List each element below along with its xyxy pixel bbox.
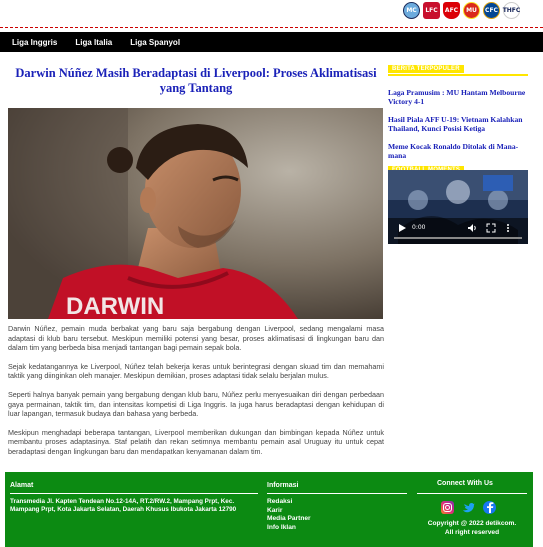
footer: Alamat Transmedia Jl. Kapten Tendean No.…: [5, 472, 533, 547]
copyright-line: All right reserved: [444, 528, 500, 536]
social-icons: [441, 501, 496, 514]
footer-link-redaksi[interactable]: Redaksi: [267, 498, 311, 507]
footer-info-heading: Informasi: [267, 482, 299, 489]
footer-address-heading: Alamat: [10, 482, 34, 489]
footer-divider: [417, 493, 527, 494]
footer-copyright: Copyright @ 2022 detikcom. All right res…: [417, 520, 527, 537]
sidebar: BERITA TERPOPULER Laga Pramusim : MU Han…: [388, 57, 528, 244]
footer-divider: [10, 493, 258, 494]
manchester-united-logo-icon[interactable]: MU: [463, 2, 480, 19]
shirt-name: DARWIN: [66, 293, 164, 319]
footer-link-media-partner[interactable]: Media Partner: [267, 515, 311, 524]
popular-news-link[interactable]: Hasil Piala AFF U-19: Vietnam Kalahkan T…: [388, 115, 528, 133]
article-paragraph: Darwin Núñez, pemain muda berbakat yang …: [8, 324, 384, 353]
article-hero-image: DARWIN: [8, 108, 383, 319]
footer-address: Transmedia Jl. Kapten Tendean No.12-14A,…: [10, 498, 237, 514]
video-time: 0:00: [412, 224, 426, 231]
more-options-icon[interactable]: [503, 223, 513, 233]
twitter-icon[interactable]: [462, 501, 475, 514]
article-paragraph: Seperti halnya banyak pemain yang bergab…: [8, 389, 384, 419]
player-photo: DARWIN: [8, 108, 383, 319]
tottenham-logo-icon[interactable]: THFC: [503, 2, 520, 19]
article-paragraph: Sejak kedatangannya ke Liverpool, Núñez …: [8, 361, 384, 381]
footer-link-karir[interactable]: Karir: [267, 507, 311, 516]
popular-news-divider: [388, 74, 528, 76]
nav-liga-inggris[interactable]: Liga Inggris: [12, 38, 57, 47]
nav-liga-italia[interactable]: Liga Italia: [75, 38, 112, 47]
video-progress-bar[interactable]: [394, 237, 522, 239]
fullscreen-icon[interactable]: [486, 223, 496, 233]
instagram-icon[interactable]: [441, 501, 454, 514]
nav-liga-spanyol[interactable]: Liga Spanyol: [130, 38, 180, 47]
article-paragraph: Meskipun menghadapi beberapa tantangan, …: [8, 427, 384, 456]
footer-connect-heading: Connect With Us: [437, 480, 493, 487]
facebook-icon[interactable]: [483, 501, 496, 514]
manchester-city-logo-icon[interactable]: MC: [403, 2, 420, 19]
article: Darwin Núñez Masih Beradaptasi di Liverp…: [8, 66, 384, 456]
popular-news-link[interactable]: Laga Pramusim : MU Hantam Melbourne Vict…: [388, 88, 528, 106]
play-icon[interactable]: [397, 223, 407, 233]
club-logo-bar: MC LFC AFC MU CFC THFC: [0, 0, 543, 28]
liverpool-logo-icon[interactable]: LFC: [423, 2, 440, 19]
chelsea-logo-icon[interactable]: CFC: [483, 2, 500, 19]
article-body: Darwin Núñez, pemain muda berbakat yang …: [8, 324, 384, 466]
video-controls: 0:00: [388, 218, 528, 244]
copyright-line: Copyright @ 2022 detikcom.: [427, 520, 517, 527]
club-logo-list: MC LFC AFC MU CFC THFC: [403, 2, 520, 19]
footer-divider: [267, 493, 407, 494]
article-title: Darwin Núñez Masih Beradaptasi di Liverp…: [15, 66, 377, 95]
arsenal-logo-icon[interactable]: AFC: [443, 2, 460, 19]
video-player[interactable]: 0:00: [388, 170, 528, 244]
popular-news-heading: BERITA TERPOPULER: [388, 65, 464, 73]
league-nav: Liga Inggris Liga Italia Liga Spanyol: [0, 32, 543, 52]
footer-info-links: Redaksi Karir Media Partner Info Iklan: [267, 498, 311, 532]
volume-icon[interactable]: [467, 223, 477, 233]
footer-link-info-iklan[interactable]: Info Iklan: [267, 524, 311, 533]
